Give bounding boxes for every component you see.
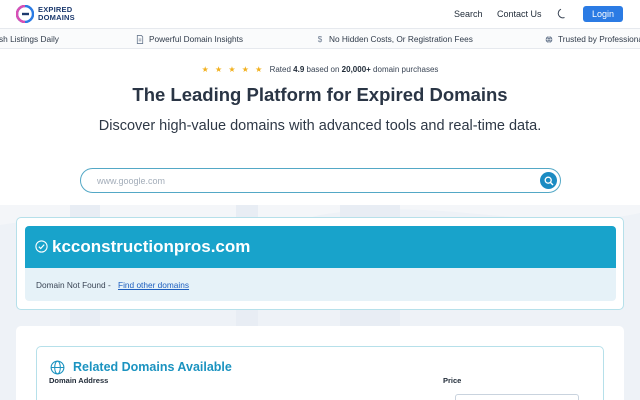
price-field [455, 394, 579, 400]
logo-text: EXPIRED DOMAINS [38, 6, 75, 22]
strip-item-label: Powerful Domain Insights [149, 34, 244, 44]
column-header-domain: Domain Address [49, 376, 109, 385]
strip-item-listings: sh Listings Daily [0, 34, 59, 44]
site-logo[interactable]: EXPIRED DOMAINS [16, 5, 75, 23]
column-header-price: Price [443, 376, 462, 385]
strip-item-label: Trusted by Professiona [558, 34, 640, 44]
related-domains-card: Related Domains Available Domain Address… [36, 346, 604, 400]
rating-prefix: Rated [269, 65, 291, 74]
related-domains-title: Related Domains Available [73, 360, 232, 374]
strip-item-label: No Hidden Costs, Or Registration Fees [329, 34, 473, 44]
top-header: EXPIRED DOMAINS Search Contact Us Login [0, 0, 640, 29]
domain-result-card: kcconstructionpros.com Domain Not Found … [16, 217, 624, 310]
search-icon [544, 176, 553, 185]
hero-subtitle: Discover high-value domains with advance… [98, 118, 542, 134]
globe-icon [545, 35, 553, 43]
logo-icon [16, 5, 34, 23]
search-button[interactable] [540, 172, 557, 189]
rating-stars-icon: ★ ★ ★ ★ ★ [201, 65, 265, 74]
domain-result-header: kcconstructionpros.com [25, 226, 616, 268]
dollar-icon: $ [317, 34, 323, 44]
strip-item-trusted: Trusted by Professiona [545, 34, 640, 44]
rating-middle: based on [306, 65, 340, 74]
domain-search-bar [80, 168, 561, 193]
document-icon [136, 34, 144, 44]
feature-strip: sh Listings Daily Powerful Domain Insigh… [0, 29, 640, 49]
domain-status-text: Domain Not Found - [36, 280, 111, 290]
find-other-domains-link[interactable]: Find other domains [118, 280, 189, 290]
globe-icon [50, 360, 65, 375]
domain-search-input[interactable] [97, 173, 517, 189]
login-button[interactable]: Login [583, 6, 623, 22]
logo-line2: DOMAINS [38, 13, 75, 22]
strip-item-label: sh Listings Daily [0, 34, 59, 44]
moon-icon[interactable] [556, 8, 568, 20]
rating-score: 4.9 [293, 65, 305, 74]
hero-title: The Leading Platform for Expired Domains [132, 84, 508, 105]
nav-search-link[interactable]: Search [454, 9, 483, 19]
rating-count: 20,000+ [341, 65, 371, 74]
nav-contact-link[interactable]: Contact Us [497, 9, 542, 19]
rating-line: ★ ★ ★ ★ ★ Rated 4.9 based on 20,000+ dom… [0, 65, 640, 74]
check-circle-icon [35, 240, 48, 253]
rating-suffix: domain purchases [373, 65, 439, 74]
result-domain-name: kcconstructionpros.com [52, 237, 251, 256]
strip-item-costs: $ No Hidden Costs, Or Registration Fees [316, 34, 473, 44]
strip-item-insights: Powerful Domain Insights [136, 34, 243, 44]
domain-result-footer: Domain Not Found - Find other domains [25, 268, 616, 301]
